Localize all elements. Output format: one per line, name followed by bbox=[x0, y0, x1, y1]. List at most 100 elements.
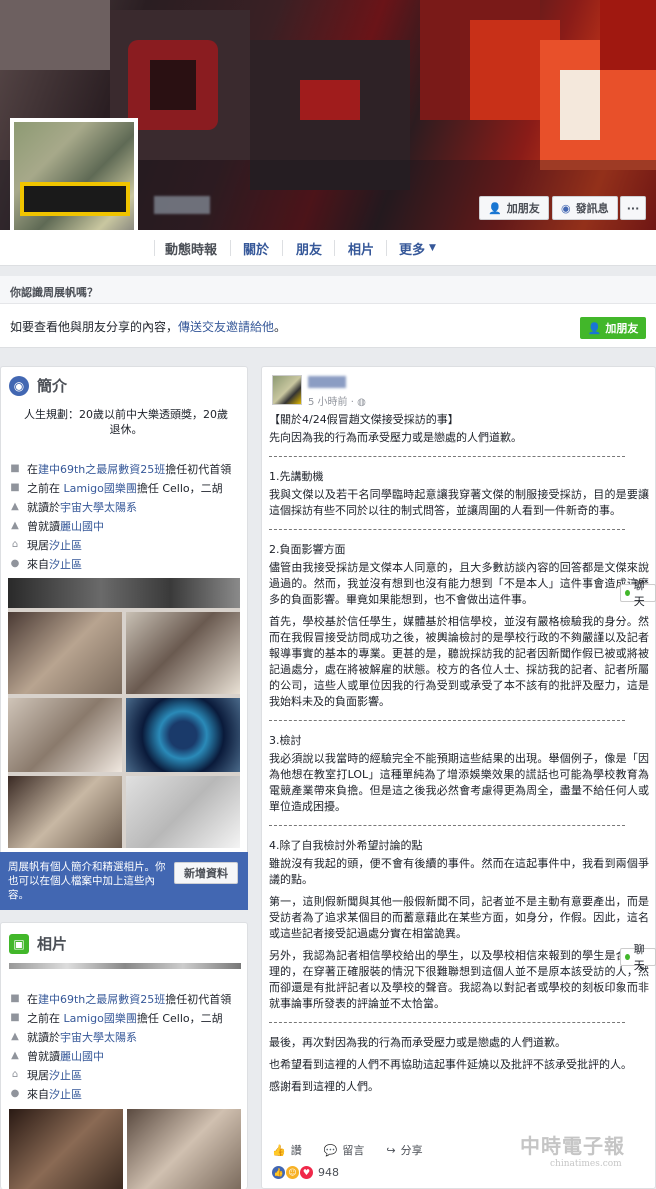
graduation-cap-icon: ▲ bbox=[11, 1050, 19, 1061]
profile-name-blurred[interactable] bbox=[154, 196, 210, 214]
section-4-title: 4.除了自我檢討外希望討論的點 bbox=[269, 839, 423, 852]
like-button[interactable]: 👍 讚 bbox=[272, 1142, 302, 1158]
intro-details: ■ 在建中69th之最屌數資25班擔任初代首領 ■ 之前在 Lamigo國樂團擔… bbox=[9, 459, 231, 573]
school-link[interactable]: 宇宙大學太陽系 bbox=[60, 501, 137, 514]
profile-picture[interactable] bbox=[10, 118, 138, 246]
thumbs-up-icon: 👍 bbox=[272, 1143, 286, 1157]
tab-friends[interactable]: 朋友 bbox=[296, 230, 322, 266]
share-arrow-icon: ↪ bbox=[386, 1143, 396, 1157]
section-2-title: 2.負面影響方面 bbox=[269, 543, 346, 556]
photo-icon: ▣ bbox=[9, 933, 29, 954]
add-friend-green-button[interactable]: 👤 加朋友 bbox=[580, 317, 646, 339]
info-row-lives-in: ⌂ 現居汐止區 bbox=[9, 535, 231, 554]
past-work-link[interactable]: Lamigo國樂團 bbox=[64, 1012, 137, 1025]
section-2-paragraph-1: 儘管由我接受採訪是文傑本人同意的，且大多數訪談內容的回答都是文傑來說過過的。然而… bbox=[269, 561, 649, 606]
home-icon: ⌂ bbox=[11, 1069, 19, 1080]
from-link[interactable]: 汐止區 bbox=[49, 1088, 82, 1101]
post-content: 【關於4/24假冒趙文傑接受採訪的事】 先向因為我的行為而承受壓力或是戀處的人們… bbox=[269, 412, 649, 1101]
past-work-link[interactable]: Lamigo國樂團 bbox=[64, 482, 137, 495]
chat-tab[interactable]: 聊天 bbox=[620, 579, 656, 608]
comment-button[interactable]: 💬 留言 bbox=[324, 1142, 365, 1158]
reaction-count: 948 bbox=[318, 1166, 339, 1179]
section-4-paragraph-1: 雖說沒有我起的頭，便不會有後續的事件。然而在這起事件中，我看到兩個爭議的點。 bbox=[269, 857, 649, 886]
more-options-button[interactable]: ··· bbox=[620, 196, 646, 220]
divider bbox=[269, 720, 625, 721]
section-4-paragraph-2: 第一，這則假新聞與其他一般假新聞不同，記者並不是主動有意要產出，而是受訪者為了追… bbox=[269, 895, 649, 940]
past-school-link[interactable]: 麗山國中 bbox=[60, 520, 104, 533]
work-link[interactable]: 建中69th之最屌數資25班 bbox=[38, 993, 165, 1006]
know-person-title: 你認識周展帆嗎？ bbox=[0, 276, 656, 304]
love-reaction-icon: ♥ bbox=[300, 1166, 313, 1179]
divider bbox=[269, 825, 625, 826]
intro-bio: 人生規劃：20歲以前中大樂透頭獎，20歲退休。 bbox=[24, 408, 228, 436]
info-row-work: ■ 在建中69th之最屌數資25班擔任初代首領 bbox=[10, 992, 232, 1006]
info-row-past-work: ■ 之前在 Lamigo國樂團擔任 Cello，二胡 bbox=[10, 1011, 223, 1025]
section-3-title: 3.檢討 bbox=[269, 734, 302, 747]
home-icon: ⌂ bbox=[11, 539, 19, 550]
post-title: 【關於4/24假冒趙文傑接受採訪的事】 bbox=[269, 413, 459, 426]
info-row-from: ● 來自汐止區 bbox=[10, 557, 82, 571]
post-timestamp[interactable]: 5 小時前 · ◍ bbox=[308, 393, 366, 408]
add-friend-icon: 👤 bbox=[488, 201, 502, 215]
info-row-past-work: ■ 之前在 Lamigo國樂團擔任 Cello，二胡 bbox=[10, 481, 223, 495]
divider bbox=[269, 456, 625, 457]
briefcase-icon: ■ bbox=[10, 993, 20, 1004]
send-friend-request-link[interactable]: 傳送交友邀請給他 bbox=[178, 320, 274, 334]
share-button[interactable]: ↪ 分享 bbox=[386, 1142, 422, 1158]
public-globe-icon: ◍ bbox=[357, 397, 366, 408]
add-friend-button[interactable]: 👤 加朋友 bbox=[479, 196, 549, 220]
globe-icon: ◉ bbox=[9, 375, 29, 396]
section-1-paragraph: 我與文傑以及若干名同學臨時起意讓我穿著文傑的制服接受採訪，目的是要讓這個採訪有些… bbox=[269, 488, 649, 517]
friend-request-prompt: 如要查看他與朋友分享的內容，傳送交友邀請給他。 bbox=[0, 304, 656, 348]
message-button[interactable]: ◉ 發訊息 bbox=[552, 196, 618, 220]
info-row-lives-in: ⌂ 現居汐止區 bbox=[9, 1065, 231, 1084]
haha-reaction-icon: ☺ bbox=[286, 1166, 299, 1179]
briefcase-icon: ■ bbox=[10, 482, 20, 493]
section-4-paragraph-3: 另外，我認為記者相信學校給出的學生，以及學校相信來報到的學生是合乎情理的，在穿著… bbox=[269, 949, 649, 1010]
section-3-paragraph: 我必須說以我當時的經驗完全不能預期這些結果的出現。舉個例子，像是「因為他想在教室… bbox=[269, 752, 649, 813]
section-1-title: 1.先講動機 bbox=[269, 470, 324, 483]
work-link[interactable]: 建中69th之最屌數資25班 bbox=[38, 463, 165, 476]
like-reaction-icon: 👍 bbox=[272, 1166, 285, 1179]
info-row-from: ● 來自汐止區 bbox=[10, 1087, 82, 1101]
reaction-summary[interactable]: 👍 ☺ ♥ 948 bbox=[272, 1166, 339, 1179]
post-author-name-blurred[interactable] bbox=[308, 376, 346, 388]
tab-timeline[interactable]: 動態時報 bbox=[165, 230, 217, 266]
location-pin-icon: ● bbox=[10, 558, 20, 569]
post-intro: 先向因為我的行為而承受壓力或是戀處的人們道歉。 bbox=[269, 431, 522, 444]
tab-about[interactable]: 關於 bbox=[243, 230, 269, 266]
photos-strip bbox=[9, 963, 241, 969]
photos-details: ■ 在建中69th之最屌數資25班擔任初代首領 ■ 之前在 Lamigo國樂團擔… bbox=[9, 989, 231, 1103]
briefcase-icon: ■ bbox=[10, 1012, 20, 1023]
photos-title: 相片 bbox=[37, 935, 68, 953]
graduation-cap-icon: ▲ bbox=[11, 501, 19, 512]
info-row-school: ▲ 就讀於宇宙大學太陽系 bbox=[9, 497, 231, 516]
featured-photos[interactable] bbox=[8, 578, 240, 848]
chat-tab[interactable]: 聊天 bbox=[620, 943, 656, 972]
outro-paragraph-3: 感謝看到這裡的人們。 bbox=[269, 1080, 379, 1093]
tab-more[interactable]: 更多 ▼ bbox=[399, 230, 436, 266]
graduation-cap-icon: ▲ bbox=[11, 520, 19, 531]
online-dot-icon bbox=[625, 590, 630, 596]
add-friend-icon: 👤 bbox=[587, 321, 602, 335]
lives-in-link[interactable]: 汐止區 bbox=[49, 539, 82, 552]
outro-paragraph-2: 也希望看到這裡的人們不再協助這起事件延燒以及批評不該承受批評的人。 bbox=[269, 1058, 632, 1071]
school-link[interactable]: 宇宙大學太陽系 bbox=[60, 1031, 137, 1044]
profile-nav: 動態時報 關於 朋友 相片 更多 ▼ bbox=[0, 230, 656, 266]
comment-icon: 💬 bbox=[323, 1143, 338, 1157]
info-row-past-school: ▲ 曾就讀麗山國中 bbox=[9, 1046, 231, 1065]
photos-card: ▣ 相片 ■ 在建中69th之最屌數資25班擔任初代首領 ■ 之前在 Lamig… bbox=[0, 922, 248, 1189]
graduation-cap-icon: ▲ bbox=[11, 1031, 19, 1042]
from-link[interactable]: 汐止區 bbox=[49, 558, 82, 571]
post-author-avatar[interactable] bbox=[272, 375, 302, 405]
add-details-button[interactable]: 新增資料 bbox=[174, 862, 238, 884]
tab-photos[interactable]: 相片 bbox=[348, 230, 374, 266]
photos-grid[interactable] bbox=[9, 1109, 241, 1189]
online-dot-icon bbox=[625, 954, 630, 960]
divider bbox=[269, 529, 625, 530]
messenger-icon: ◉ bbox=[561, 201, 571, 215]
intro-title: 簡介 bbox=[37, 377, 68, 395]
briefcase-icon: ■ bbox=[10, 463, 20, 474]
past-school-link[interactable]: 麗山國中 bbox=[60, 1050, 104, 1063]
lives-in-link[interactable]: 汐止區 bbox=[49, 1069, 82, 1082]
